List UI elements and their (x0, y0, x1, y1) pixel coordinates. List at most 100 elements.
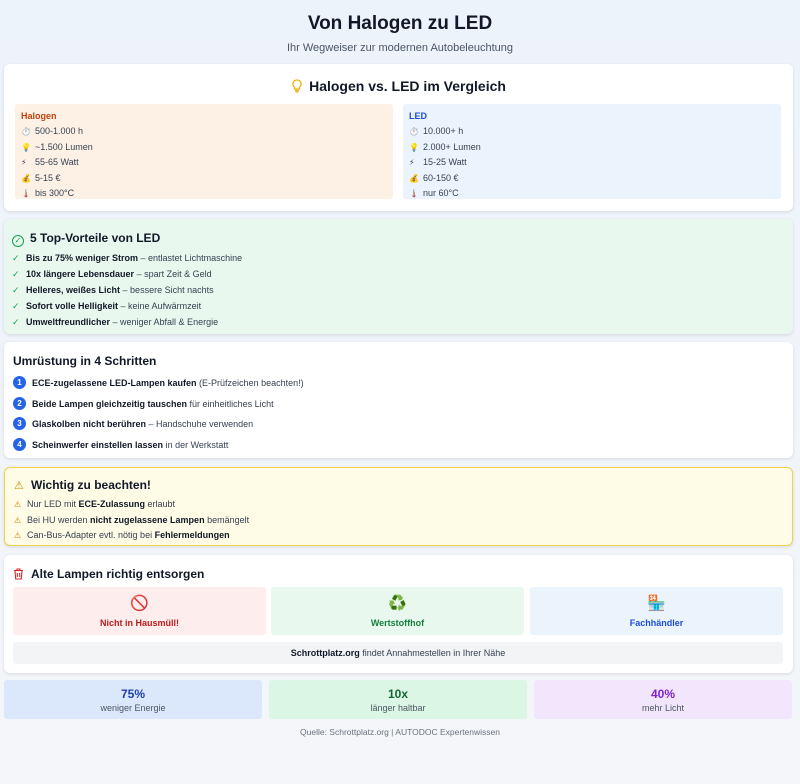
stat-label: mehr Licht (641, 703, 685, 713)
prohibited-icon: 🚫 (130, 595, 149, 612)
led-spec-temperature: 🌡️ nur 60°C (409, 186, 775, 202)
thermometer-icon: 🌡️ (409, 189, 419, 198)
spec-text: 2.000+ Lumen (423, 141, 481, 152)
thermometer-icon: 🌡️ (21, 189, 31, 198)
lightbulb-icon (291, 79, 303, 93)
item-bold: Fehlermeldungen (154, 530, 230, 540)
list-item: ⚠ Bei HU werden nicht zugelassene Lampen … (14, 513, 249, 529)
page-subtitle: Ihr Wegweiser zur modernen Autobeleuchtu… (286, 42, 514, 54)
spec-text: 60-150 € (423, 172, 459, 183)
lightning-icon: ⚡ (21, 158, 27, 167)
list-item: ✓ Helleres, weißes Licht – bessere Sicht … (12, 282, 242, 298)
halogen-title: Halogen (21, 111, 57, 121)
step-bold: Scheinwerfer einstellen lassen (32, 439, 164, 450)
tile-recycling-center: ♻️ Wertstoffhof (271, 587, 524, 635)
check-icon: ✓ (12, 301, 20, 311)
step-bold: Beide Lampen gleichzeitig tauschen (32, 398, 188, 409)
stopwatch-icon: ⏱️ (21, 127, 31, 136)
bulb-icon: 💡 (21, 142, 31, 152)
steps-title: Umrüstung in 4 Schritten (13, 354, 157, 368)
warning-list: ⚠ Nur LED mit ECE-Zulassung erlaubt ⚠ Bei … (14, 497, 249, 544)
advantages-heading: ✓ 5 Top-Vorteile von LED (12, 231, 160, 247)
led-title: LED (409, 111, 427, 121)
step-number: 2 (13, 396, 26, 410)
item-text: Bei HU werden (27, 514, 91, 525)
stat-lifetime: 10x länger haltbar (269, 680, 527, 719)
spec-text: 500-1.000 h (35, 126, 84, 136)
led-column: LED ⏱️ 10.000+ h 💡 2.000+ Lumen ⚡ 15-25 Wat… (403, 104, 781, 199)
check-circle-icon: ✓ (12, 235, 24, 247)
stat-label: länger haltbar (370, 703, 426, 713)
tile-label: Nicht in Hausmüll! (99, 618, 179, 628)
halogen-spec-lifetime: ⏱️ 500-1.000 h (21, 124, 387, 140)
list-item: ⚠ Can-Bus-Adapter evtl. nötig bei Fehlerm… (14, 528, 249, 544)
warning-triangle-icon: ⚠ (14, 480, 24, 492)
halogen-column: Halogen ⏱️ 500-1.000 h 💡 ~1.500 Lumen ⚡ 55-… (15, 104, 393, 199)
advantages-list: ✓ Bis zu 75% weniger Strom – entlastet Li… (12, 250, 242, 330)
step-text: (E-Prüfzeichen beachten!) (196, 378, 304, 388)
check-icon: ✓ (12, 269, 20, 279)
item-bold: Sofort volle Helligkeit (26, 301, 119, 311)
item-bold: nicht zugelassene Lampen (90, 514, 205, 525)
item-text: Nur LED mit (27, 499, 79, 509)
step-text: – Handschuhe verwenden (146, 419, 254, 429)
source-note: Quelle: Schrottplatz.org | AUTODOC Exper… (300, 727, 500, 737)
list-item: ✓ Umweltfreundlicher – weniger Abfall & E… (12, 314, 242, 330)
comparison-card: Halogen vs. LED im Vergleich Halogen ⏱️ 5… (4, 64, 793, 211)
bulb-icon: 💡 (409, 142, 419, 152)
led-spec-lumen: 💡 2.000+ Lumen (409, 140, 775, 156)
item-bold: ECE-Zulassung (78, 499, 146, 509)
led-spec-price: 💰 60-150 € (409, 171, 775, 187)
spec-text: 10.000+ h (423, 126, 464, 136)
halogen-spec-watt: ⚡ 55-65 Watt (21, 155, 387, 171)
item-bold: Helleres, weißes Licht (26, 285, 121, 295)
halogen-spec-lumen: 💡 ~1.500 Lumen (21, 140, 387, 156)
item-text: erlaubt (145, 499, 176, 509)
step-item: 4 Scheinwerfer einstellen lassen in der W… (13, 435, 304, 456)
trash-icon (13, 568, 24, 580)
item-bold: Umweltfreundlicher (26, 317, 111, 327)
lightning-icon: ⚡ (409, 158, 415, 167)
recycling-icon: ♻️ (388, 595, 407, 612)
spec-text: 15-25 Watt (423, 157, 467, 167)
tile-not-household-waste: 🚫 Nicht in Hausmüll! (13, 587, 266, 635)
check-icon: ✓ (12, 253, 20, 263)
step-number: 3 (13, 417, 26, 430)
check-icon: ✓ (12, 285, 20, 295)
item-bold: Bis zu 75% weniger Strom (26, 253, 139, 263)
comparison-title: Halogen vs. LED im Vergleich (309, 78, 506, 94)
spec-text: nur 60°C (423, 188, 459, 198)
halogen-spec-price: 💰 5-15 € (21, 171, 387, 187)
disposal-heading: Alte Lampen richtig entsorgen (13, 567, 204, 581)
spec-text: 5-15 € (35, 172, 61, 183)
stat-value: 10x (387, 687, 409, 701)
disposal-title: Alte Lampen richtig entsorgen (31, 567, 205, 581)
warning-icon: ⚠ (14, 515, 22, 525)
step-text: für einheitliches Licht (187, 398, 274, 409)
led-spec-watt: ⚡ 15-25 Watt (409, 155, 775, 171)
stat-label: weniger Energie (100, 703, 166, 713)
warning-icon: ⚠ (14, 500, 22, 509)
step-number: 1 (13, 376, 26, 389)
tile-label: Fachhändler (629, 618, 684, 628)
spec-text: 55-65 Watt (35, 157, 79, 167)
step-number: 4 (13, 437, 26, 451)
led-spec-lifetime: ⏱️ 10.000+ h (409, 124, 775, 140)
note-bold: Schrottplatz.org (290, 648, 360, 658)
stopwatch-icon: ⏱️ (409, 127, 419, 136)
step-text: in der Werkstatt (163, 439, 229, 450)
steps-card: Umrüstung in 4 Schritten 1 ECE-zugelassen… (4, 342, 793, 458)
advantages-title: 5 Top-Vorteile von LED (30, 231, 161, 245)
steps-list: 1 ECE-zugelassene LED-Lampen kaufen (E-Pr… (13, 373, 304, 455)
halogen-spec-temperature: 🌡️ bis 300°C (21, 186, 387, 202)
page-header: Von Halogen zu LED Ihr Wegweiser zur mod… (0, 0, 800, 62)
comparison-heading: Halogen vs. LED im Vergleich (4, 78, 793, 94)
advantages-card: ✓ 5 Top-Vorteile von LED ✓ Bis zu 75% weni… (4, 219, 793, 334)
stat-value: 40% (650, 687, 676, 701)
warning-heading: ⚠ Wichtig zu beachten! (14, 478, 151, 492)
warning-card: ⚠ Wichtig zu beachten! ⚠ Nur LED mit ECE-Z… (4, 467, 793, 546)
item-text: bemängelt (204, 514, 250, 525)
page-title: Von Halogen zu LED (307, 13, 493, 34)
stat-value: 75% (120, 687, 146, 701)
item-text: – bessere Sicht nachts (120, 285, 214, 295)
